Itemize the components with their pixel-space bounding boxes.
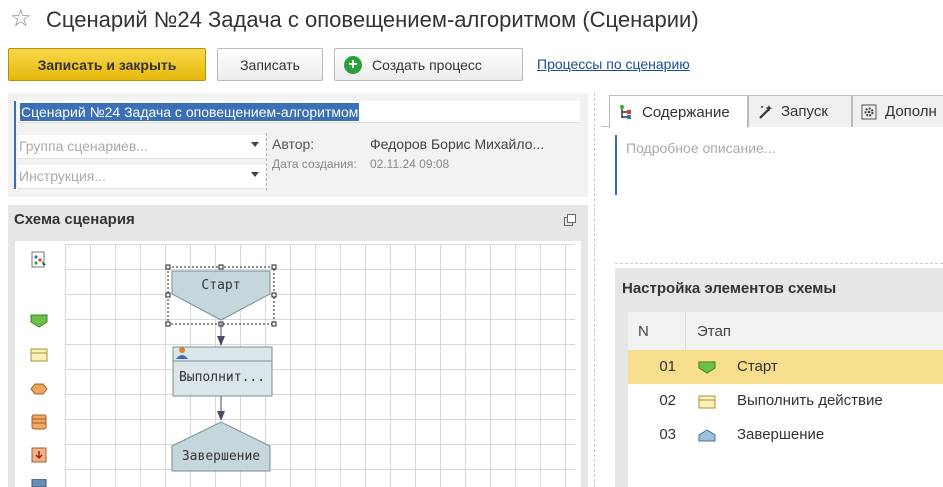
- chevron-down-icon[interactable]: [251, 142, 259, 147]
- schema-elements-settings: Настройка элементов схемы N Этап 01 Стар…: [615, 268, 943, 487]
- start-node-label: Старт: [201, 278, 240, 293]
- row-stage: Завершение: [737, 426, 825, 443]
- start-shape-icon[interactable]: [30, 314, 48, 328]
- panel-splitter[interactable]: [594, 93, 595, 487]
- chevron-down-icon[interactable]: [251, 172, 259, 177]
- tab-launch[interactable]: Запуск: [748, 95, 852, 127]
- create-process-button[interactable]: + Создать процесс: [334, 48, 523, 81]
- save-button[interactable]: Записать: [217, 48, 323, 81]
- end-shape-icon: [698, 429, 716, 442]
- expand-window-icon[interactable]: [564, 214, 576, 226]
- scenario-group-placeholder: Группа сценариев...: [19, 138, 148, 154]
- scenario-group-select[interactable]: Группа сценариев...: [18, 135, 265, 159]
- schema-canvas: Старт Выполнит... Завершение: [15, 241, 581, 487]
- toolbar: Записать и закрыть Записать + Создать пр…: [0, 48, 943, 82]
- created-date-label: Дата создания:: [272, 157, 357, 171]
- page-title: Сценарий №24 Задача с оповещением-алгори…: [46, 7, 699, 32]
- tab-additional[interactable]: Дополн: [852, 95, 943, 127]
- schema-grid[interactable]: Старт Выполнит... Завершение: [65, 244, 575, 487]
- schema-header: Схема сценария: [8, 205, 588, 235]
- select-tool-icon[interactable]: [30, 251, 48, 269]
- description-textarea[interactable]: Подробное описание...: [626, 140, 775, 156]
- row-number: 02: [659, 392, 676, 409]
- table-row[interactable]: 03 Завершение: [628, 418, 943, 452]
- save-and-close-button[interactable]: Записать и закрыть: [8, 48, 206, 81]
- description-accent-bar: [615, 135, 617, 195]
- tab-content[interactable]: Содержание: [609, 95, 748, 128]
- tab-bar: Содержание Запуск Дополн: [601, 93, 943, 128]
- end-node-label: Завершение: [182, 449, 260, 464]
- shape-palette: [15, 241, 63, 487]
- author-label: Автор:: [272, 136, 315, 152]
- table-row[interactable]: 02 Выполнить действие: [628, 384, 943, 418]
- title-bar: ☆ Сценарий №24 Задача с оповещением-алго…: [0, 0, 943, 42]
- table-row[interactable]: 01 Старт: [628, 350, 943, 384]
- tab-additional-label: Дополн: [885, 103, 937, 120]
- schema-title: Схема сценария: [14, 211, 135, 228]
- tab-launch-label: Запуск: [781, 103, 828, 120]
- instruction-placeholder: Инструкция...: [19, 168, 107, 184]
- created-date-value: 02.11.24 09:08: [370, 157, 450, 171]
- row-stage: Старт: [737, 358, 778, 375]
- action-shape-icon: [698, 395, 716, 409]
- magic-wand-icon: [759, 104, 773, 119]
- more-shapes-icon[interactable]: [30, 479, 48, 487]
- database-shape-icon[interactable]: [30, 414, 48, 430]
- instruction-select[interactable]: Инструкция...: [18, 165, 265, 189]
- settings-gear-icon: [861, 104, 877, 119]
- schema-diagram: Старт Выполнит... Завершение: [165, 264, 277, 472]
- favorite-star-icon[interactable]: ☆: [10, 6, 32, 32]
- action-node-label: Выполнит...: [179, 370, 265, 385]
- scenario-name-value: Сценарий №24 Задача с оповещением-алгори…: [20, 103, 360, 121]
- section-divider: [615, 263, 943, 264]
- content-icon: [620, 105, 631, 119]
- scenario-name-input[interactable]: Сценарий №24 Задача с оповещением-алгори…: [18, 101, 580, 123]
- processes-by-scenario-link[interactable]: Процессы по сценарию: [537, 56, 690, 72]
- create-process-label: Создать процесс: [372, 56, 482, 73]
- scenario-header-form: Сценарий №24 Задача с оповещением-алгори…: [8, 93, 588, 197]
- column-header-n[interactable]: N: [628, 312, 686, 350]
- scenario-schema-panel: Схема сценария Старт Выполнит... Заверше…: [8, 205, 588, 487]
- action-shape-icon[interactable]: [30, 348, 48, 362]
- row-stage: Выполнить действие: [737, 392, 883, 409]
- field-separator: [266, 133, 267, 191]
- row-number: 03: [659, 426, 676, 443]
- subprocess-shape-icon[interactable]: [30, 447, 48, 463]
- row-number: 01: [659, 358, 676, 375]
- author-value: Федоров Борис Михайло...: [370, 136, 545, 152]
- stages-table: N Этап 01 Старт 02 Выполнить действие 03…: [628, 312, 943, 487]
- condition-shape-icon[interactable]: [30, 383, 48, 395]
- column-header-stage[interactable]: Этап: [686, 312, 943, 350]
- tab-content-label: Содержание: [642, 103, 730, 121]
- start-shape-icon: [698, 361, 716, 374]
- settings-title: Настройка элементов схемы: [622, 280, 837, 297]
- focus-accent-bar: [14, 101, 16, 189]
- plus-circle-icon: +: [344, 55, 362, 74]
